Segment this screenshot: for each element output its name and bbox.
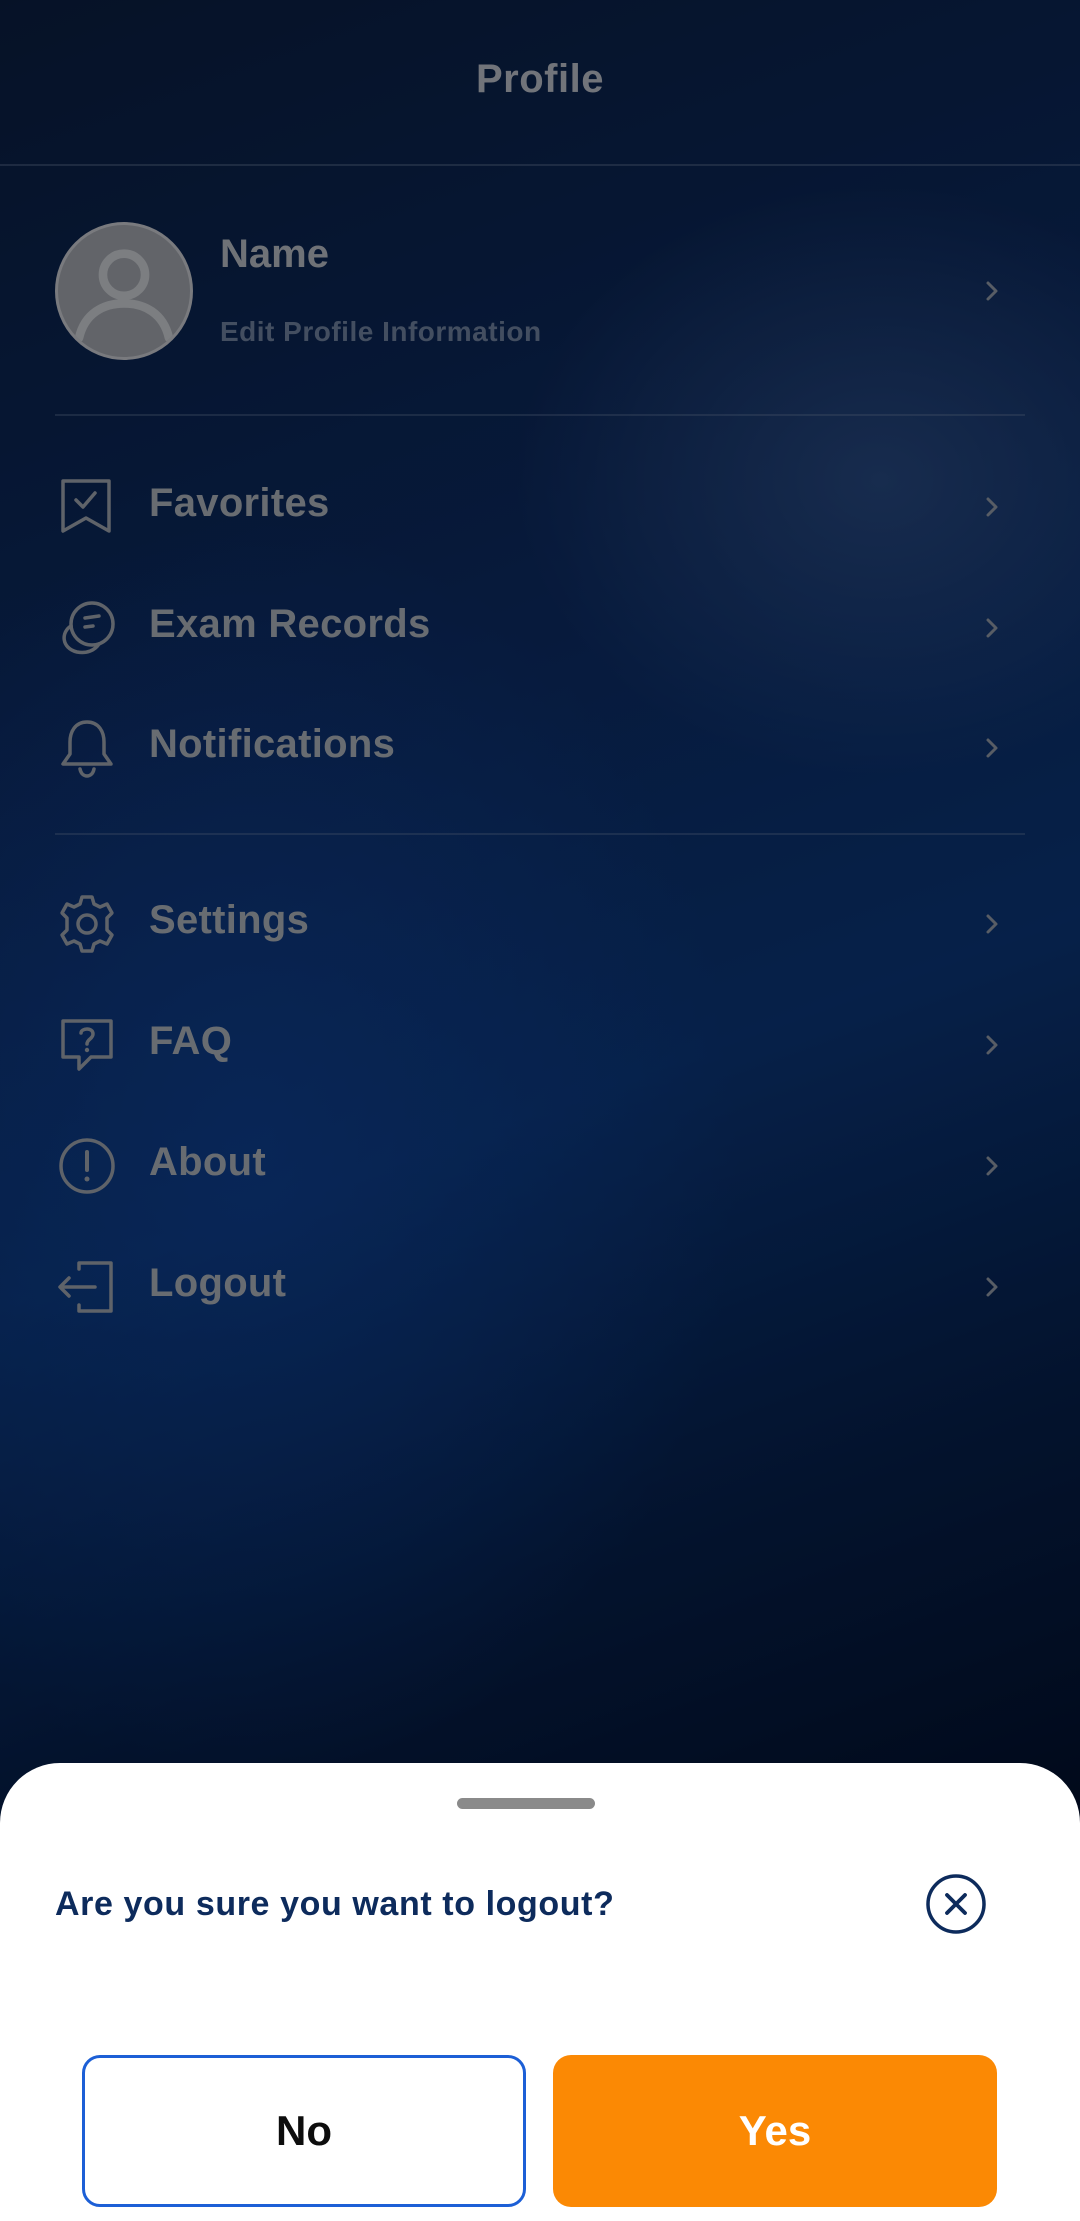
- close-icon: [926, 1874, 986, 1934]
- dialog-title: Are you sure you want to logout?: [55, 1885, 615, 1923]
- no-button[interactable]: No: [82, 2055, 526, 2207]
- yes-button[interactable]: Yes: [553, 2055, 997, 2207]
- close-button[interactable]: [925, 1873, 987, 1935]
- drag-handle[interactable]: [457, 1798, 595, 1809]
- logout-bottom-sheet: Are you sure you want to logout? No Yes: [0, 1763, 1080, 2221]
